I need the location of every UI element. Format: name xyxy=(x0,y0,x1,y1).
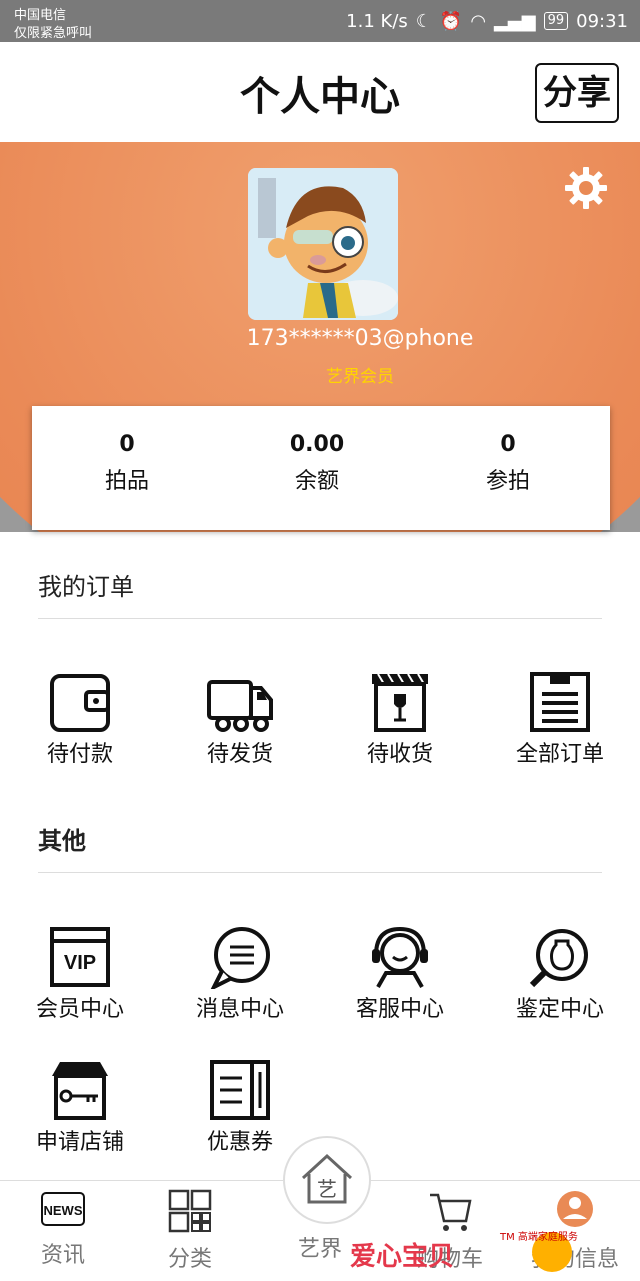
home-icon: 艺 xyxy=(301,1153,353,1204)
svg-text:VIP: VIP xyxy=(64,952,96,974)
stat-balance[interactable]: 0.00 余额 xyxy=(222,430,412,504)
cart-icon xyxy=(430,1193,472,1231)
order-pending-shipment[interactable]: 待发货 xyxy=(165,670,315,780)
vip-icon: VIP xyxy=(50,927,110,987)
menu-customer-service[interactable]: 客服中心 xyxy=(325,925,475,1035)
customer-service-icon xyxy=(372,926,428,988)
stat-label: 拍品 xyxy=(104,469,149,494)
divider xyxy=(38,618,602,619)
carrier-label: 中国电信 xyxy=(14,8,67,23)
truck-icon xyxy=(207,680,273,732)
nav-label: 分类 xyxy=(167,1247,212,1272)
center-glyph: 艺 xyxy=(317,1177,337,1201)
menu-label: 鉴定中心 xyxy=(515,997,604,1022)
appraisal-icon xyxy=(529,929,588,988)
stats-card: 0 拍品 0.00 余额 0 参拍 xyxy=(32,406,610,530)
settings-gear-icon[interactable] xyxy=(564,166,608,210)
coupon-icon xyxy=(210,1060,270,1120)
menu-label: 申请店铺 xyxy=(35,1130,124,1155)
stat-value: 0.00 xyxy=(289,432,345,457)
stat-label: 余额 xyxy=(294,469,339,494)
menu-appraisal-center[interactable]: 鉴定中心 xyxy=(485,925,635,1035)
wallet-icon xyxy=(50,674,110,732)
news-icon: NEWS xyxy=(41,1192,85,1226)
menu-message-center[interactable]: 消息中心 xyxy=(165,925,315,1035)
orders-section-title: 我的订单 xyxy=(38,573,134,601)
order-label: 待付款 xyxy=(46,742,113,767)
stat-value: 0 xyxy=(500,432,516,457)
menu-apply-shop[interactable]: 申请店铺 xyxy=(5,1058,155,1168)
svg-text:NEWS: NEWS xyxy=(44,1203,83,1218)
profile-icon xyxy=(557,1191,593,1227)
network-speed: 1.1 K/s xyxy=(346,10,408,32)
stat-value: 0 xyxy=(119,432,135,457)
order-label: 待收货 xyxy=(366,742,433,767)
nav-label: 资讯 xyxy=(40,1243,85,1268)
username: 173******03@phone xyxy=(246,326,474,351)
order-pending-receipt[interactable]: 待收货 xyxy=(325,670,475,780)
shop-icon xyxy=(52,1062,108,1120)
moon-icon: ☾ xyxy=(415,10,432,32)
order-label: 全部订单 xyxy=(515,742,604,767)
grid-icon xyxy=(168,1189,212,1233)
nav-category[interactable]: 分类 xyxy=(140,1189,240,1273)
watermark-text: 爱心宝贝 xyxy=(350,1242,455,1272)
nav-news[interactable]: NEWS 资讯 xyxy=(13,1189,113,1269)
signal-icon: ▂▄▆ xyxy=(494,10,536,32)
alarm-icon: ⏰ xyxy=(439,10,463,32)
share-button[interactable]: 分享 xyxy=(535,63,619,123)
order-pending-payment[interactable]: 待付款 xyxy=(5,670,155,780)
menu-label: 消息中心 xyxy=(195,997,284,1022)
emergency-label: 仅限紧急呼叫 xyxy=(14,26,93,41)
cartoon-avatar-image xyxy=(248,168,398,320)
menu-label: 会员中心 xyxy=(35,997,124,1022)
battery-indicator: 99 xyxy=(543,12,569,30)
stat-label: 参拍 xyxy=(485,469,530,494)
center-home-button[interactable]: 艺 xyxy=(283,1136,371,1224)
status-bar: 中国电信 仅限紧急呼叫 1.1 K/s ☾ ⏰ ◠ ▂▄▆ 99 09:31 xyxy=(0,0,640,42)
package-icon xyxy=(372,673,428,732)
message-icon xyxy=(210,927,270,989)
watermark-small-text: TM 高端家庭服务 xyxy=(500,1232,578,1243)
wifi-icon: ◠ xyxy=(470,10,487,32)
menu-member-center[interactable]: VIP 会员中心 xyxy=(5,925,155,1035)
page-header: 个人中心 分享 xyxy=(0,42,640,142)
menu-label: 客服中心 xyxy=(355,997,444,1022)
member-level: 艺界会员 xyxy=(326,367,394,387)
stat-bids[interactable]: 0 参拍 xyxy=(413,430,603,504)
order-label: 待发货 xyxy=(206,742,273,767)
clock: 09:31 xyxy=(576,10,628,32)
stat-items[interactable]: 0 拍品 xyxy=(32,430,222,504)
divider xyxy=(38,872,602,873)
document-icon xyxy=(530,672,590,732)
order-all[interactable]: 全部订单 xyxy=(485,670,635,780)
other-section-title: 其他 xyxy=(38,827,86,855)
avatar[interactable] xyxy=(248,168,398,320)
